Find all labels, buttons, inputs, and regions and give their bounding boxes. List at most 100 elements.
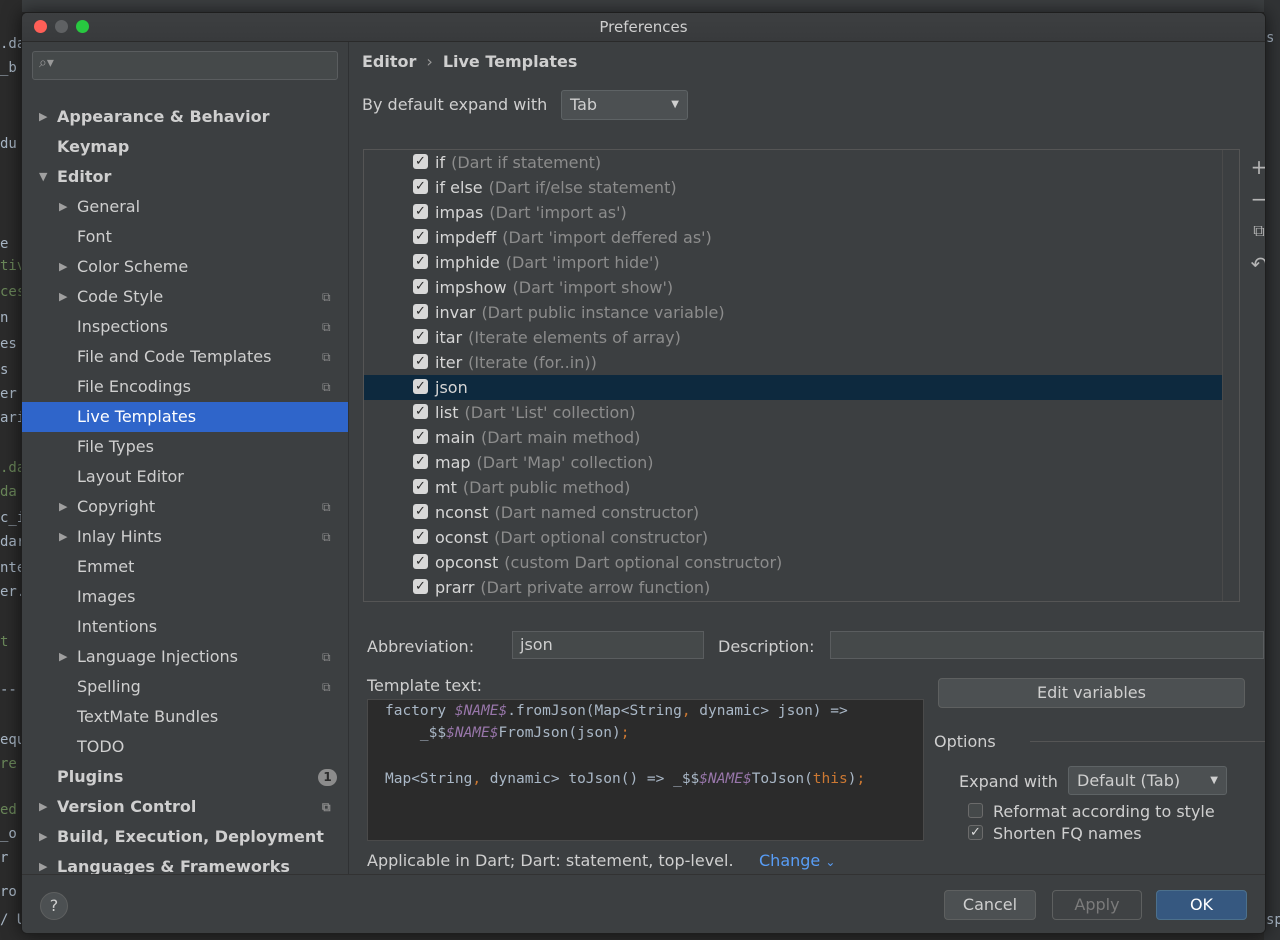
chevron-right-icon[interactable]: ▶ — [59, 522, 67, 552]
copy-template-button[interactable]: ⧉ — [1249, 220, 1265, 242]
change-context-link[interactable]: Change ⌄ — [759, 851, 835, 870]
description-field[interactable] — [830, 631, 1264, 659]
sidebar-item-emmet[interactable]: Emmet — [22, 552, 348, 582]
apply-button[interactable]: Apply — [1052, 890, 1142, 920]
sidebar-item-font[interactable]: Font — [22, 222, 348, 252]
cancel-button[interactable]: Cancel — [944, 890, 1036, 920]
template-enabled-checkbox[interactable]: ✓ — [413, 529, 428, 544]
sidebar-item-file-encodings[interactable]: File Encodings ⧉ — [22, 372, 348, 402]
template-row[interactable]: ✓ if else (Dart if/else statement) — [364, 175, 1222, 200]
sidebar-item-build-execution-deployment[interactable]: ▶ Build, Execution, Deployment — [22, 822, 348, 852]
reformat-checkbox[interactable] — [968, 803, 983, 818]
abbreviation-field[interactable]: json — [512, 631, 704, 659]
help-button[interactable]: ? — [40, 892, 68, 920]
chevron-right-icon[interactable]: ▶ — [39, 102, 47, 132]
sidebar-item-code-style[interactable]: ▶ Code Style ⧉ — [22, 282, 348, 312]
template-row[interactable]: ✓ mt (Dart public method) — [364, 475, 1222, 500]
template-abbreviation-text: list — [435, 403, 459, 422]
template-description: (Dart 'List' collection) — [464, 403, 636, 422]
sidebar-item-file-and-code-templates[interactable]: File and Code Templates ⧉ — [22, 342, 348, 372]
abbreviation-label: Abbreviation: — [367, 637, 475, 656]
sidebar-item-inlay-hints[interactable]: ▶ Inlay Hints ⧉ — [22, 522, 348, 552]
default-expand-select[interactable]: Tab ▼ — [561, 90, 688, 120]
shorten-fq-checkbox[interactable]: ✓ — [968, 825, 983, 840]
sidebar-item-editor[interactable]: ▼ Editor — [22, 162, 348, 192]
sidebar-item-plugins[interactable]: Plugins 1 — [22, 762, 348, 792]
sidebar-item-intentions[interactable]: Intentions — [22, 612, 348, 642]
template-enabled-checkbox[interactable]: ✓ — [413, 579, 428, 594]
template-abbreviation: invar (Dart public instance variable) — [435, 300, 725, 325]
sidebar-item-layout-editor[interactable]: Layout Editor — [22, 462, 348, 492]
sidebar-item-version-control[interactable]: ▶ Version Control ⧉ — [22, 792, 348, 822]
sidebar-item-keymap[interactable]: Keymap — [22, 132, 348, 162]
sidebar-item-inspections[interactable]: Inspections ⧉ — [22, 312, 348, 342]
template-enabled-checkbox[interactable]: ✓ — [413, 404, 428, 419]
sidebar-item-file-types[interactable]: File Types — [22, 432, 348, 462]
sidebar-item-todo[interactable]: TODO — [22, 732, 348, 762]
template-row[interactable]: ✓ prarr (Dart private arrow function) — [364, 575, 1222, 600]
ok-button[interactable]: OK — [1156, 890, 1247, 920]
chevron-right-icon[interactable]: ▶ — [59, 642, 67, 672]
template-row[interactable]: ✓ nconst (Dart named constructor) — [364, 500, 1222, 525]
remove-template-button[interactable]: − — [1249, 188, 1265, 210]
template-row[interactable]: ✓ invar (Dart public instance variable) — [364, 300, 1222, 325]
chevron-right-icon[interactable]: ▶ — [39, 822, 47, 852]
template-row[interactable]: ✓ impshow (Dart 'import show') — [364, 275, 1222, 300]
restore-defaults-button[interactable]: ↶ — [1249, 253, 1265, 275]
sidebar-item-copyright[interactable]: ▶ Copyright ⧉ — [22, 492, 348, 522]
background-code-fragment: ed — [0, 802, 17, 818]
template-enabled-checkbox[interactable]: ✓ — [413, 304, 428, 319]
template-enabled-checkbox[interactable]: ✓ — [413, 429, 428, 444]
template-row[interactable]: ✓ itar (Iterate elements of array) — [364, 325, 1222, 350]
template-row[interactable]: ✓ main (Dart main method) — [364, 425, 1222, 450]
chevron-down-icon[interactable]: ▼ — [39, 162, 47, 192]
template-enabled-checkbox[interactable]: ✓ — [413, 379, 428, 394]
template-enabled-checkbox[interactable]: ✓ — [413, 354, 428, 369]
chevron-right-icon[interactable]: ▶ — [59, 492, 67, 522]
template-enabled-checkbox[interactable]: ✓ — [413, 454, 428, 469]
template-enabled-checkbox[interactable]: ✓ — [413, 504, 428, 519]
template-row[interactable]: ✓ opconst (custom Dart optional constructo… — [364, 550, 1222, 575]
template-enabled-checkbox[interactable]: ✓ — [413, 279, 428, 294]
settings-search-input[interactable]: ⌕▾ — [32, 51, 338, 80]
template-text-editor[interactable]: factory $NAME$.fromJson(Map<String, dyna… — [367, 699, 924, 841]
chevron-right-icon[interactable]: ▶ — [59, 282, 67, 312]
sidebar-item-general[interactable]: ▶ General — [22, 192, 348, 222]
sidebar-item-color-scheme[interactable]: ▶ Color Scheme — [22, 252, 348, 282]
template-row[interactable]: ✓ json — [364, 375, 1222, 400]
template-row[interactable]: ✓ impdeff (Dart 'import deffered as') — [364, 225, 1222, 250]
template-enabled-checkbox[interactable]: ✓ — [413, 154, 428, 169]
template-enabled-checkbox[interactable]: ✓ — [413, 179, 428, 194]
add-template-button[interactable]: + — [1249, 156, 1265, 178]
template-row[interactable]: ✓ impas (Dart 'import as') — [364, 200, 1222, 225]
template-enabled-checkbox[interactable]: ✓ — [413, 254, 428, 269]
template-row[interactable]: ✓ oconst (Dart optional constructor) — [364, 525, 1222, 550]
template-description: (Dart named constructor) — [494, 503, 700, 522]
sidebar-item-appearance-behavior[interactable]: ▶ Appearance & Behavior — [22, 102, 348, 132]
chevron-right-icon[interactable]: ▶ — [39, 792, 47, 822]
sidebar-item-images[interactable]: Images — [22, 582, 348, 612]
template-abbreviation-text: prarr — [435, 578, 475, 597]
chevron-right-icon[interactable]: ▶ — [59, 252, 67, 282]
edit-variables-button[interactable]: Edit variables — [938, 678, 1245, 708]
template-abbreviation: mt (Dart public method) — [435, 475, 630, 500]
template-row[interactable]: ✓ if (Dart if statement) — [364, 150, 1222, 175]
template-row[interactable]: ✓ imphide (Dart 'import hide') — [364, 250, 1222, 275]
chevron-right-icon[interactable]: ▶ — [59, 192, 67, 222]
template-enabled-checkbox[interactable]: ✓ — [413, 554, 428, 569]
template-enabled-checkbox[interactable]: ✓ — [413, 329, 428, 344]
template-row[interactable]: ✓ iter (Iterate (for..in)) — [364, 350, 1222, 375]
template-row[interactable]: ✓ map (Dart 'Map' collection) — [364, 450, 1222, 475]
sidebar-item-textmate-bundles[interactable]: TextMate Bundles — [22, 702, 348, 732]
sidebar-item-live-templates[interactable]: Live Templates — [22, 402, 348, 432]
template-enabled-checkbox[interactable]: ✓ — [413, 229, 428, 244]
sidebar-item-label: Code Style — [77, 287, 164, 306]
templates-list-scrollbar[interactable] — [1222, 150, 1239, 601]
template-row[interactable]: ✓ list (Dart 'List' collection) — [364, 400, 1222, 425]
sidebar-item-language-injections[interactable]: ▶ Language Injections ⧉ — [22, 642, 348, 672]
template-enabled-checkbox[interactable]: ✓ — [413, 204, 428, 219]
expand-with-select[interactable]: Default (Tab) ▼ — [1068, 766, 1227, 795]
template-enabled-checkbox[interactable]: ✓ — [413, 479, 428, 494]
sidebar-item-spelling[interactable]: Spelling ⧉ — [22, 672, 348, 702]
title-bar: Preferences — [22, 13, 1265, 42]
